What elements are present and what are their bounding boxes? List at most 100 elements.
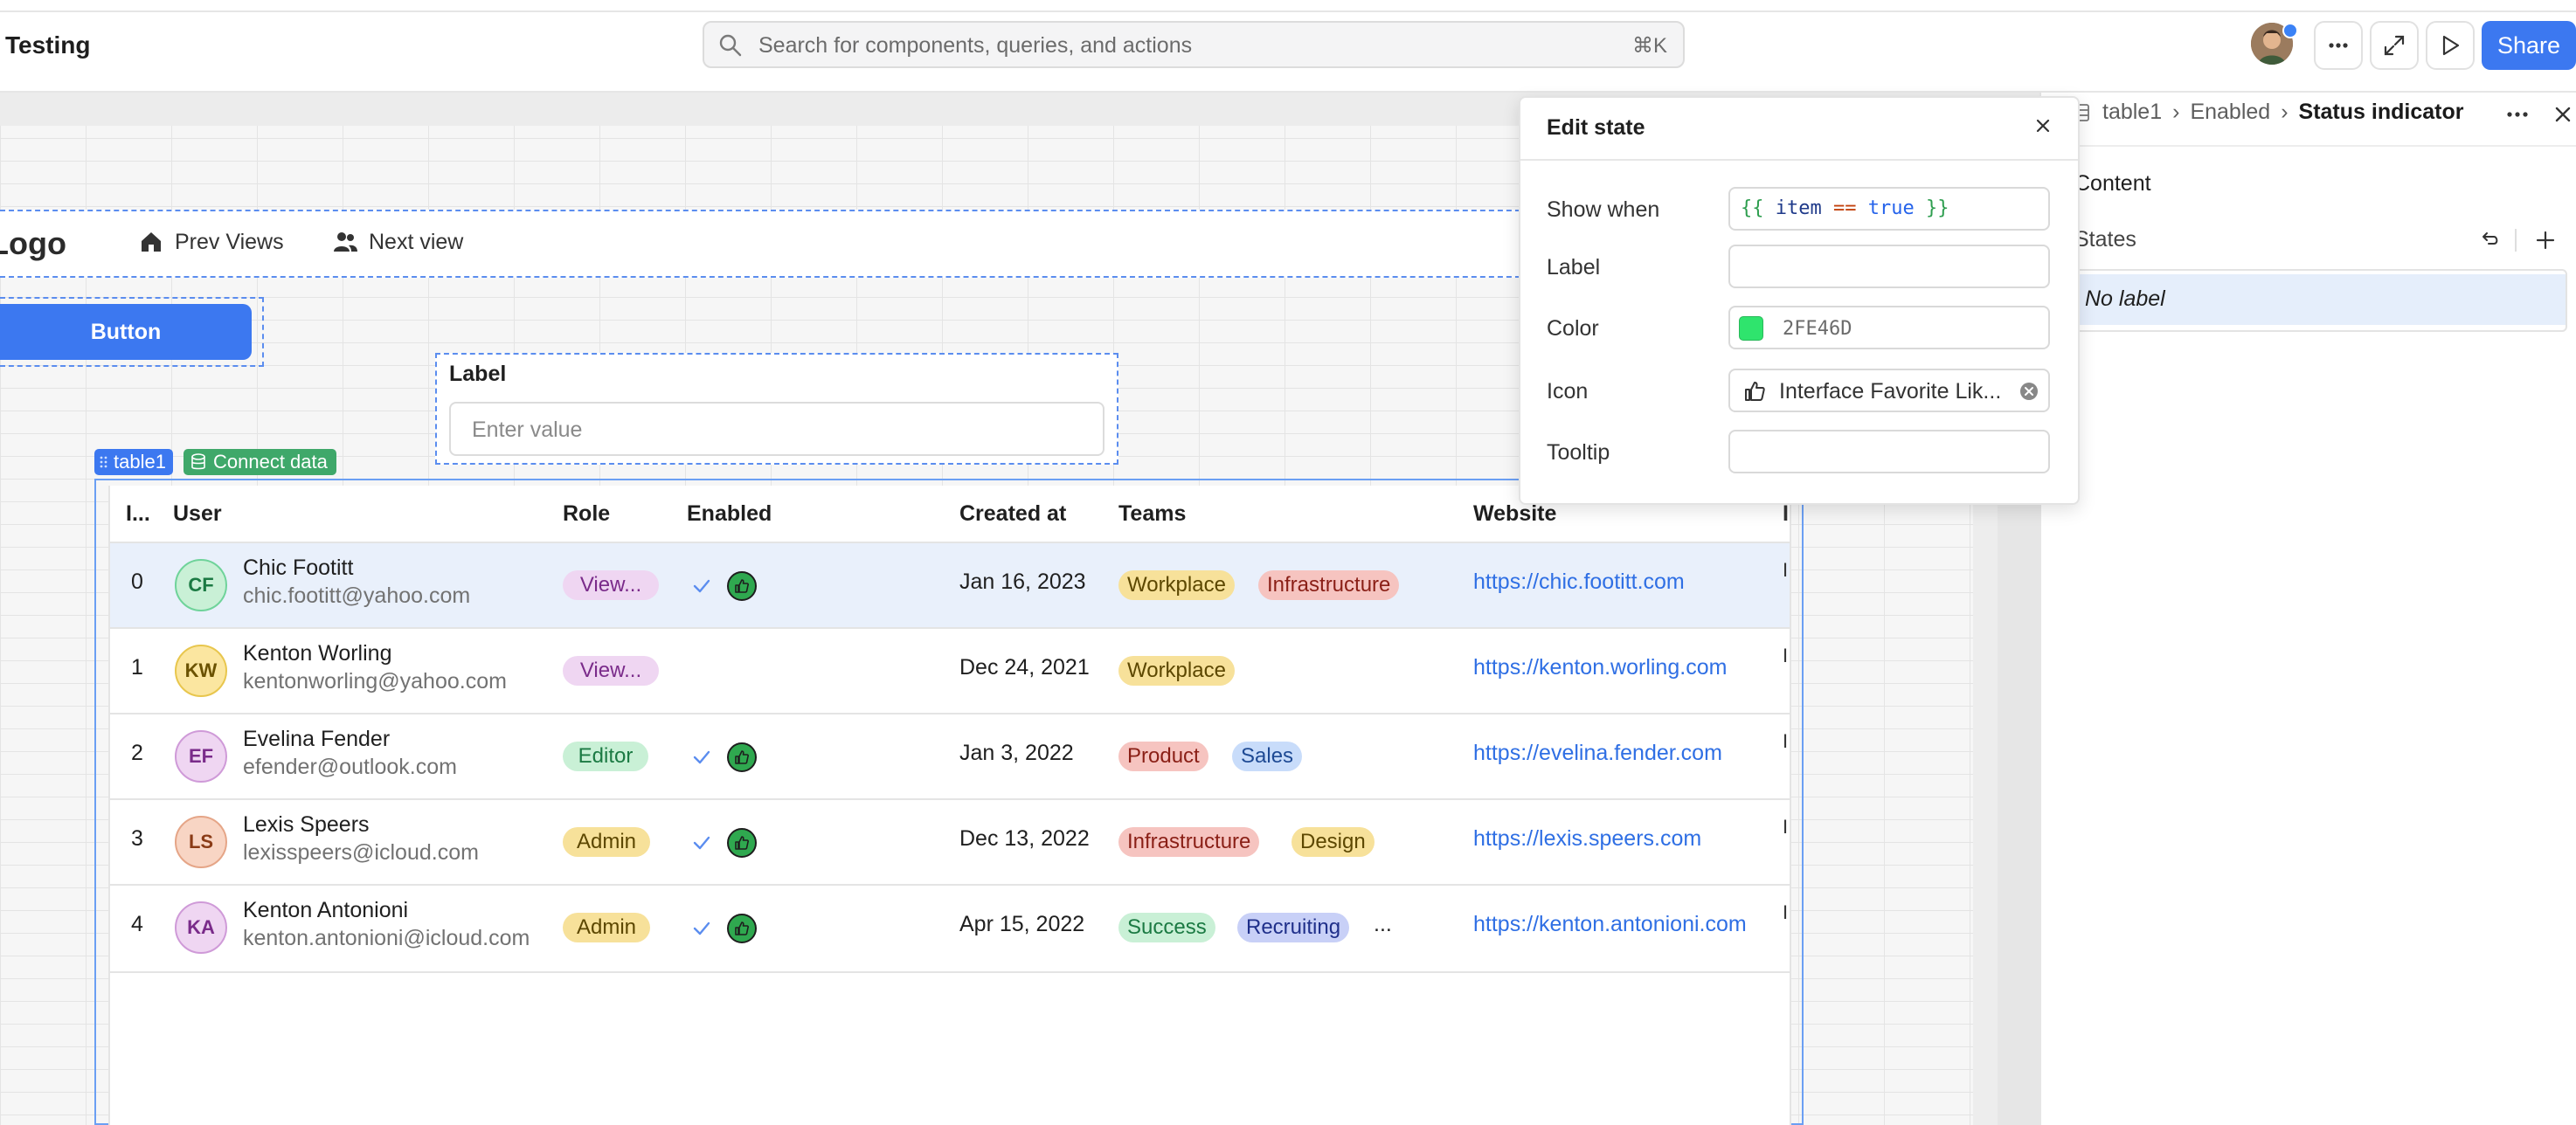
more-horizontal-icon — [2329, 43, 2348, 48]
state-item-label: No label — [2085, 286, 2165, 311]
user-initials-avatar: CF — [175, 559, 227, 611]
connect-data-label: Connect data — [213, 451, 328, 473]
users-icon — [334, 232, 357, 252]
role-badge: View... — [563, 570, 659, 600]
role-badge: Admin — [563, 827, 650, 857]
truncated-cell: I — [1783, 730, 1789, 752]
user-email: kentonworling@yahoo.com — [243, 669, 507, 694]
user-email: efender@outlook.com — [243, 755, 457, 779]
plus-icon — [2536, 231, 2555, 250]
more-horizontal-icon — [2507, 112, 2528, 117]
search-input[interactable]: Search for components, queries, and acti… — [703, 21, 1685, 68]
divider — [1520, 159, 2078, 161]
breadcrumb: table1 › Enabled › Status indicator — [2073, 100, 2463, 125]
data-table[interactable]: I... User Role Enabled Created at Teams … — [108, 486, 1791, 1125]
created-at: Apr 15, 2022 — [959, 912, 1085, 936]
preview-button[interactable] — [2426, 21, 2475, 70]
user-name: Kenton Worling — [243, 641, 392, 666]
icon-picker[interactable]: Interface Favorite Lik... — [1728, 369, 2050, 412]
column-header-user[interactable]: User — [173, 501, 222, 527]
user-name: Chic Footitt — [243, 556, 354, 580]
app-title[interactable]: Testing — [5, 31, 90, 59]
breadcrumb-item[interactable]: table1 — [2102, 100, 2162, 125]
presence-dot — [2282, 23, 2298, 38]
thumbs-up-status-icon — [727, 914, 757, 943]
column-header-enabled[interactable]: Enabled — [687, 501, 772, 527]
user-initials-avatar: KW — [175, 645, 227, 697]
user-email: kenton.antonioni@icloud.com — [243, 926, 530, 950]
show-when-input[interactable]: {{ item == true }} — [1728, 187, 2050, 231]
color-swatch[interactable] — [1739, 316, 1763, 341]
role-badge: View... — [563, 656, 659, 686]
check-icon — [693, 750, 710, 764]
undo-icon — [2483, 232, 2498, 245]
add-state-button[interactable] — [2532, 227, 2559, 258]
column-header-teams[interactable]: Teams — [1118, 501, 1186, 527]
column-header-created-at[interactable]: Created at — [959, 501, 1066, 527]
expand-button[interactable] — [2370, 21, 2419, 70]
user-initials-avatar: EF — [175, 730, 227, 783]
table-row[interactable]: 0 CF Chic Footitt chic.footitt@yahoo.com… — [110, 542, 1790, 629]
inspector-more-button[interactable] — [2504, 101, 2531, 132]
row-id: 4 — [131, 912, 143, 936]
column-header-role[interactable]: Role — [563, 501, 610, 527]
more-button[interactable] — [2314, 21, 2363, 70]
table-row[interactable]: 4 KA Kenton Antonioni kenton.antonioni@i… — [110, 884, 1790, 973]
section-heading-states[interactable]: States — [2074, 227, 2136, 252]
check-icon — [693, 921, 710, 935]
primary-button[interactable]: Button — [0, 304, 252, 360]
nav-item-label: Next view — [369, 229, 464, 254]
label-input[interactable] — [1728, 245, 2050, 288]
column-header-id[interactable]: I... — [126, 501, 150, 527]
user-name: Evelina Fender — [243, 727, 391, 751]
team-tag: Workplace — [1118, 656, 1235, 686]
icon-name: Interface Favorite Lik... — [1779, 379, 2002, 404]
truncated-cell: I — [1783, 645, 1789, 666]
breadcrumb-item[interactable]: Enabled — [2190, 100, 2270, 125]
nav-item-prev-views[interactable]: Prev Views — [138, 229, 284, 255]
website-link[interactable]: https://kenton.antonioni.com — [1473, 912, 1747, 937]
share-button[interactable]: Share — [2482, 21, 2576, 70]
drag-handle-icon — [100, 456, 107, 468]
website-link[interactable]: https://lexis.speers.com — [1473, 826, 1701, 852]
team-tag: Infrastructure — [1258, 570, 1400, 600]
text-input-field[interactable]: Enter value — [449, 402, 1104, 456]
table-row[interactable]: 2 EF Evelina Fender efender@outlook.com … — [110, 713, 1790, 800]
connect-data-button[interactable]: Connect data — [184, 449, 336, 475]
website-link[interactable]: https://kenton.worling.com — [1473, 655, 1727, 680]
teams-overflow: ... — [1374, 912, 1392, 936]
nav-item-next-view[interactable]: Next view — [332, 229, 463, 255]
search-placeholder: Search for components, queries, and acti… — [758, 33, 1193, 58]
section-heading-content[interactable]: Content — [2074, 171, 2151, 197]
popover-close-button[interactable] — [2032, 115, 2053, 141]
field-label: Icon — [1547, 379, 1589, 404]
user-initials-avatar: LS — [175, 816, 227, 868]
website-link[interactable]: https://chic.footitt.com — [1473, 569, 1685, 595]
website-link[interactable]: https://evelina.fender.com — [1473, 741, 1722, 766]
color-hex-value: 2FE46D — [1783, 318, 1852, 340]
row-id: 0 — [131, 569, 143, 594]
inspector-close-button[interactable] — [2550, 101, 2576, 132]
column-header-website[interactable]: Website — [1473, 501, 1556, 527]
user-name: Kenton Antonioni — [243, 898, 409, 922]
popover-title: Edit state — [1547, 115, 1645, 140]
divider — [2039, 145, 2576, 147]
component-name: table1 — [114, 451, 166, 473]
role-badge: Admin — [563, 913, 650, 942]
team-tag: Recruiting — [1237, 913, 1350, 942]
logo-text: Logo — [0, 225, 66, 261]
chevron-right-icon: › — [2281, 100, 2289, 124]
tooltip-input[interactable] — [1728, 430, 2050, 473]
user-name: Lexis Speers — [243, 812, 370, 837]
code-expression: {{ item == true }} — [1741, 197, 1949, 219]
home-icon — [142, 232, 161, 252]
table-row[interactable]: 1 KW Kenton Worling kentonworling@yahoo.… — [110, 627, 1790, 714]
color-input[interactable]: 2FE46D — [1728, 306, 2050, 349]
clear-icon — [2020, 383, 2038, 400]
play-icon — [2442, 35, 2460, 56]
input-label: Label — [449, 362, 507, 386]
table-row[interactable]: 3 LS Lexis Speers lexisspeers@icloud.com… — [110, 798, 1790, 886]
component-name-tag[interactable]: table1 — [94, 449, 173, 475]
reset-states-button[interactable] — [2476, 227, 2503, 258]
nav-item-label: Prev Views — [175, 229, 284, 254]
